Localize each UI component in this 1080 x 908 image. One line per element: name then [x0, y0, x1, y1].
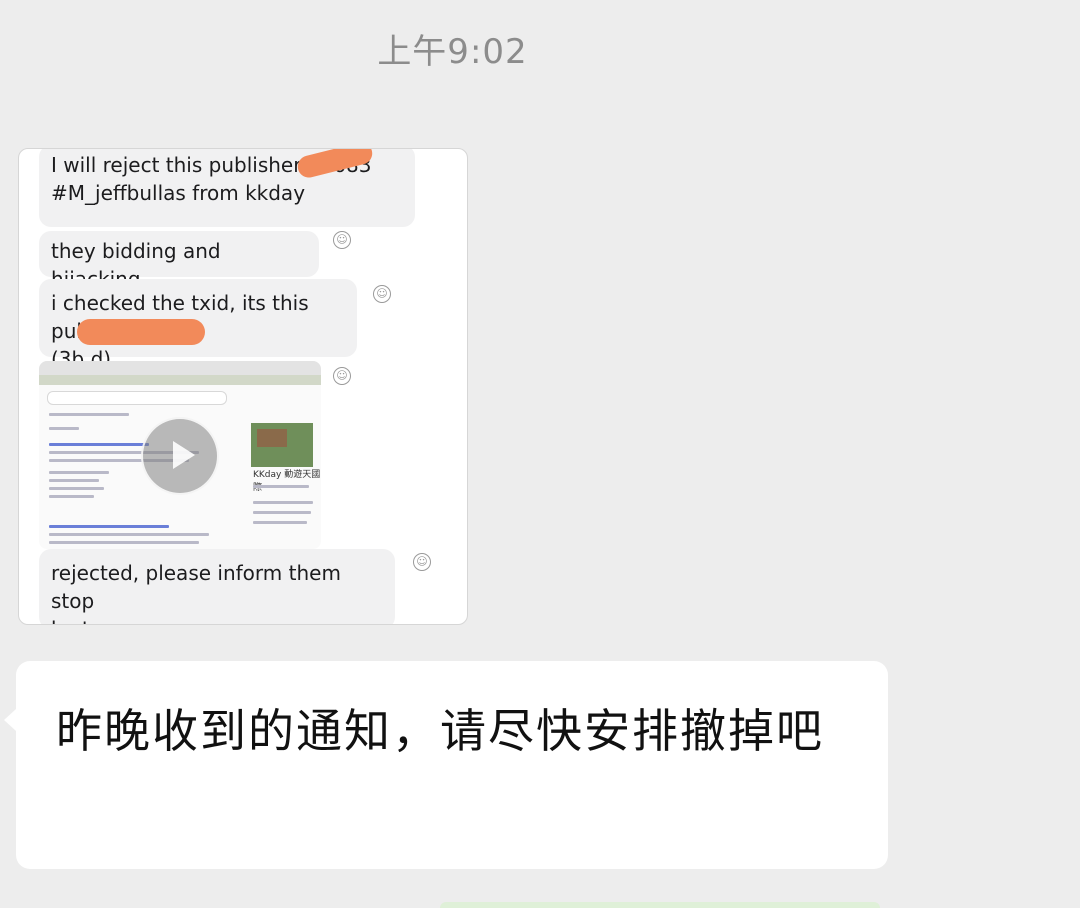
- video-thumbnail[interactable]: KKday 動遊天國際: [39, 361, 321, 549]
- text-line: [49, 541, 199, 544]
- text-line: [253, 521, 307, 524]
- text-line: [49, 427, 79, 430]
- text-line: [253, 511, 311, 514]
- text-line: [49, 471, 109, 474]
- chat-bubble-rejected: rejected, please inform them stop by tmr: [39, 549, 395, 624]
- text-line: [49, 525, 169, 528]
- search-results-searchbox: [47, 391, 227, 405]
- redaction-mark: [77, 319, 205, 345]
- smiley-icon: ☺: [373, 285, 391, 303]
- text-line: [253, 485, 309, 488]
- chat-message-text: 昨晚收到的通知，请尽快安排撤掉吧: [56, 704, 824, 758]
- chat-bubble-bidding: they bidding and hijacking: [39, 231, 319, 291]
- play-triangle: [173, 441, 195, 469]
- text-line: [253, 501, 313, 504]
- text-line: [49, 413, 129, 416]
- knowledge-panel-image: [251, 423, 313, 467]
- message-timestamp: 上午9:02: [377, 32, 528, 72]
- text-line: [49, 533, 209, 536]
- knowledge-panel-title: KKday 動遊天國際: [253, 470, 321, 493]
- play-icon[interactable]: [141, 417, 219, 495]
- browser-tab-bar: [39, 361, 321, 375]
- chat-bubble-txid: i checked the txid, its this pub (3b d): [39, 279, 357, 371]
- smiley-icon: ☺: [333, 231, 351, 249]
- smiley-icon: ☺: [413, 553, 431, 571]
- text-line: [49, 479, 99, 482]
- browser-bookmark-bar: [39, 375, 321, 385]
- forwarded-image-message[interactable]: I will reject this publisher 60683 #M_je…: [18, 148, 468, 625]
- chat-message-bubble[interactable]: 昨晚收到的通知，请尽快安排撤掉吧: [4, 661, 888, 869]
- text-line: [49, 495, 94, 498]
- next-message-edge: [440, 902, 880, 908]
- smiley-icon: ☺: [333, 367, 351, 385]
- text-line: [49, 487, 104, 490]
- text-line: [49, 443, 149, 446]
